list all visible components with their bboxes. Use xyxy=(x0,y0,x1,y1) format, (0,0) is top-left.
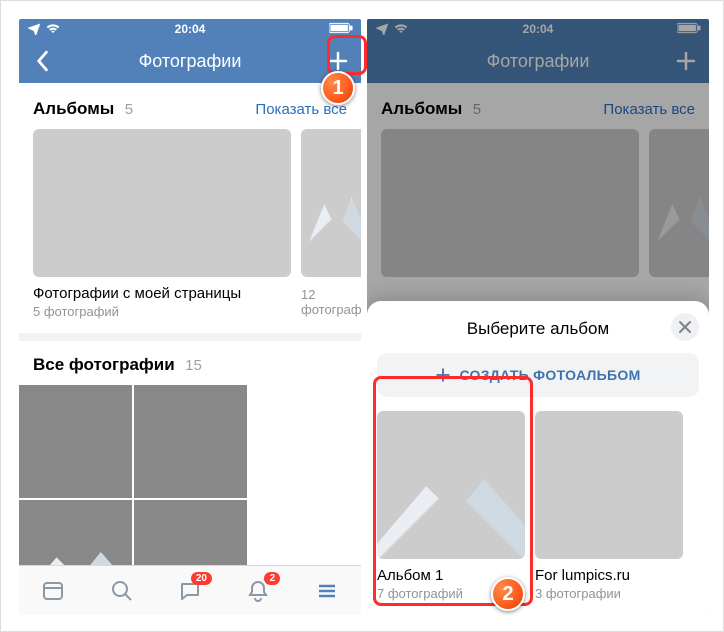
albums-title: Альбомы xyxy=(33,99,114,118)
album-sub: 12 фотографий xyxy=(301,287,361,317)
albums-section-header: Альбомы 5 Показать все xyxy=(19,83,361,129)
sheet-album-item[interactable]: Альбом 1 7 фотографий xyxy=(377,411,525,601)
status-clock: 20:04 xyxy=(175,22,206,36)
status-bar: 20:04 xyxy=(19,19,361,39)
photo-thumb[interactable] xyxy=(134,385,247,498)
wifi-icon xyxy=(394,22,408,37)
plus-icon xyxy=(435,367,451,383)
screenshot-step-1: 20:04 Фотографии Альбомы 5 Показать все xyxy=(19,19,361,615)
allphotos-section-header: Все фотографии 15 xyxy=(19,341,361,385)
photo-thumb[interactable] xyxy=(134,500,247,570)
create-album-button[interactable]: СОЗДАТЬ ФОТОАЛЬБОМ xyxy=(377,353,699,397)
album-thumb xyxy=(301,129,361,277)
albums-title: Альбомы xyxy=(381,99,462,118)
section-divider xyxy=(19,333,361,341)
album-name: Альбом 1 xyxy=(377,567,525,584)
albums-scroll xyxy=(367,129,709,277)
tab-bar: 20 2 xyxy=(19,565,361,615)
album-thumb xyxy=(649,129,709,277)
sheet-title: Выберите альбом xyxy=(367,301,709,353)
allphotos-count: 15 xyxy=(185,357,202,374)
sheet-close-button[interactable] xyxy=(671,313,699,341)
page-title: Фотографии xyxy=(487,51,590,72)
tab-search[interactable] xyxy=(102,571,142,611)
screenshot-step-2: 20:04 Фотографии Альбомы 5 Показать все xyxy=(367,19,709,615)
album-thumb xyxy=(535,411,683,559)
album-item xyxy=(649,129,709,277)
airplane-mode-icon xyxy=(27,21,41,38)
create-album-label: СОЗДАТЬ ФОТОАЛЬБОМ xyxy=(459,367,640,383)
sheet-albums-row: Альбом 1 7 фотографий For lumpics.ru 3 ф… xyxy=(367,411,709,601)
albums-count: 5 xyxy=(125,101,133,118)
photo-thumb[interactable] xyxy=(19,385,132,498)
albums-show-all-link[interactable]: Показать все xyxy=(603,101,695,118)
albums-section-header: Альбомы 5 Показать все xyxy=(367,83,709,129)
album-thumb xyxy=(381,129,639,277)
album-sub: 3 фотографии xyxy=(535,586,683,601)
nav-header: Фотографии xyxy=(19,39,361,83)
album-item xyxy=(381,129,639,277)
albums-show-all-link[interactable]: Показать все xyxy=(255,101,347,118)
add-button[interactable] xyxy=(667,39,705,83)
album-name: Фотографии с моей страницы xyxy=(33,285,291,302)
tab-menu[interactable] xyxy=(307,571,347,611)
album-picker-sheet: Выберите альбом СОЗДАТЬ ФОТОАЛЬБОМ Альбо… xyxy=(367,301,709,615)
album-sub: 7 фотографий xyxy=(377,586,525,601)
tab-messages[interactable]: 20 xyxy=(170,571,210,611)
albums-count: 5 xyxy=(473,101,481,118)
album-name: For lumpics.ru xyxy=(535,567,683,584)
notifications-badge: 2 xyxy=(264,572,280,585)
tab-notifications[interactable]: 2 xyxy=(238,571,278,611)
tab-feed[interactable] xyxy=(33,571,73,611)
album-thumb xyxy=(377,411,525,559)
status-bar: 20:04 xyxy=(367,19,709,39)
battery-icon xyxy=(677,22,701,37)
album-item[interactable]: 12 фотографий xyxy=(301,129,361,319)
add-button[interactable] xyxy=(319,39,357,83)
albums-scroll[interactable]: Фотографии с моей страницы 5 фотографий … xyxy=(19,129,361,319)
back-button[interactable] xyxy=(23,39,61,83)
nav-header: Фотографии xyxy=(367,39,709,83)
sheet-album-item[interactable]: For lumpics.ru 3 фотографии xyxy=(535,411,683,601)
wifi-icon xyxy=(46,22,60,37)
album-item[interactable]: Фотографии с моей страницы 5 фотографий xyxy=(33,129,291,319)
album-thumb xyxy=(33,129,291,277)
allphotos-title: Все фотографии xyxy=(33,355,175,374)
close-icon xyxy=(678,320,692,334)
album-sub: 5 фотографий xyxy=(33,304,291,319)
battery-icon xyxy=(329,22,353,37)
page-title: Фотографии xyxy=(139,51,242,72)
airplane-mode-icon xyxy=(375,21,389,38)
status-clock: 20:04 xyxy=(523,22,554,36)
messages-badge: 20 xyxy=(191,572,212,585)
